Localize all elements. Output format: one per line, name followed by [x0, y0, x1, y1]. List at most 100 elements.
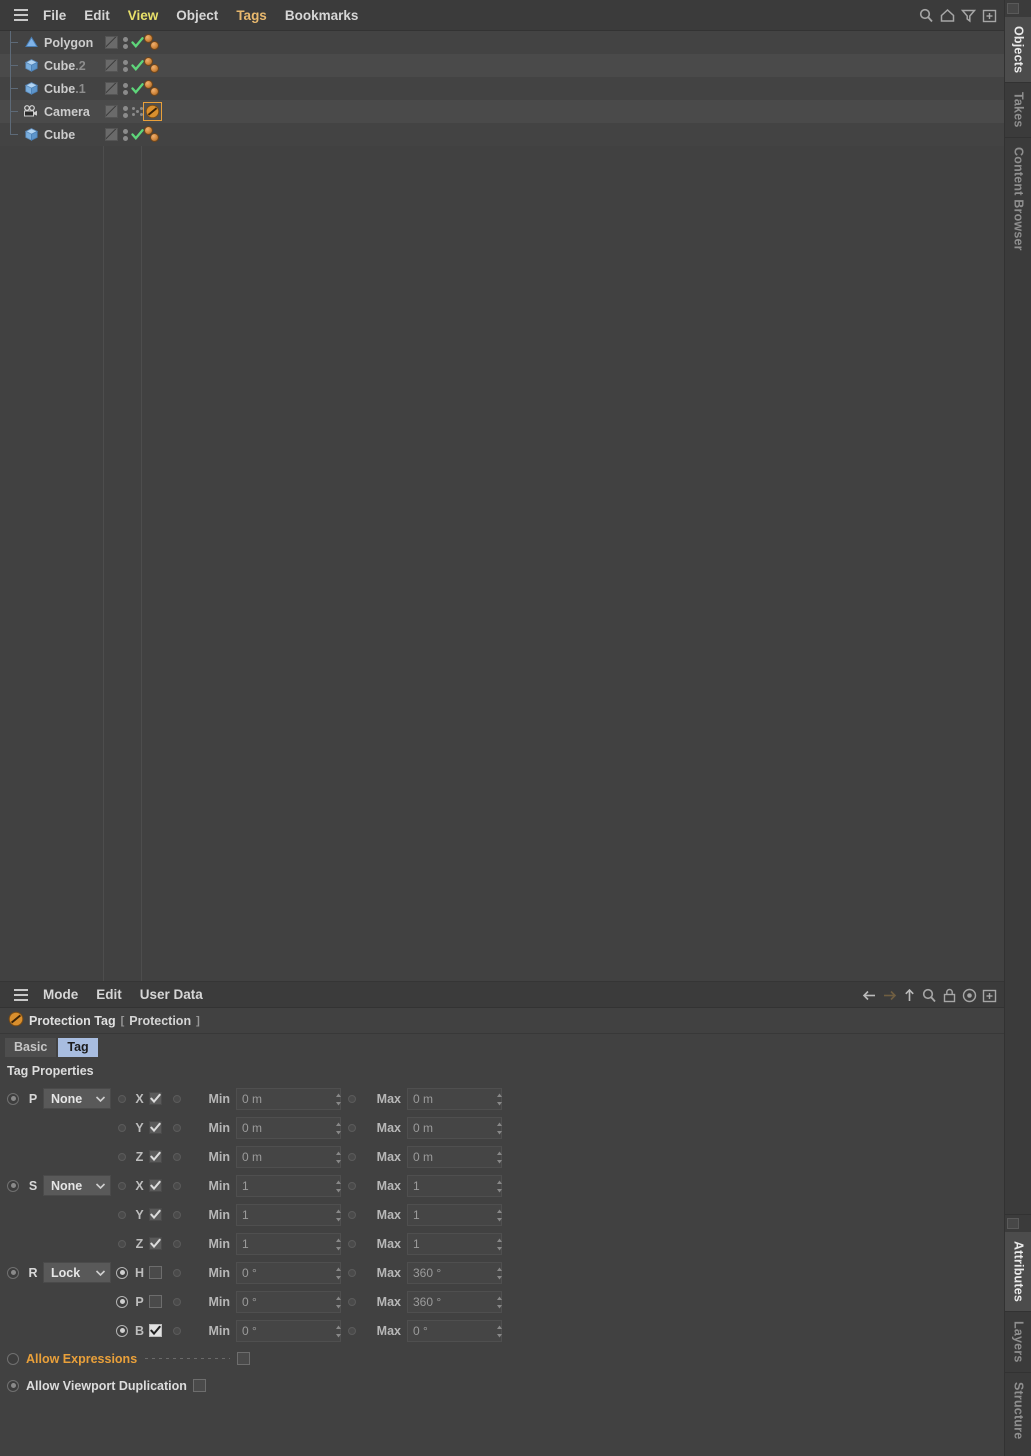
visibility-toggle-box[interactable] — [105, 59, 118, 72]
visibility-toggle-box[interactable] — [105, 128, 118, 141]
group-mode-dropdown-r[interactable]: Lock — [43, 1262, 111, 1283]
visibility-toggle-box[interactable] — [105, 82, 118, 95]
visibility-toggle-box[interactable] — [105, 36, 118, 49]
axis-dot-x[interactable] — [118, 1094, 126, 1103]
max-input-s-y[interactable]: 1 — [407, 1203, 502, 1226]
min-dot[interactable] — [173, 1123, 181, 1132]
axis-radio-b[interactable] — [116, 1324, 128, 1337]
object-name[interactable]: Cube.2 — [44, 59, 86, 73]
group-mode-dropdown-s[interactable]: None — [43, 1175, 111, 1196]
spinner-icon[interactable] — [330, 1295, 341, 1310]
axis-checkbox-x[interactable] — [149, 1092, 162, 1105]
min-input-p-z[interactable]: 0 m — [236, 1145, 341, 1168]
min-dot[interactable] — [173, 1152, 181, 1161]
material-tag-icon[interactable] — [143, 125, 165, 144]
spinner-icon[interactable] — [491, 1237, 502, 1252]
visibility-dots[interactable] — [123, 128, 128, 141]
attributes-panel-icon[interactable] — [981, 987, 998, 1004]
spinner-icon[interactable] — [330, 1324, 341, 1339]
min-input-s-z[interactable]: 1 — [236, 1232, 341, 1255]
min-input-s-y[interactable]: 1 — [236, 1203, 341, 1226]
spinner-icon[interactable] — [491, 1092, 502, 1107]
min-input-s-x[interactable]: 1 — [236, 1174, 341, 1197]
attributes-search-icon[interactable] — [921, 987, 938, 1004]
attributes-hamburger-menu-icon[interactable] — [8, 988, 34, 1001]
object-name[interactable]: Polygon — [44, 36, 93, 50]
object-name[interactable]: Camera — [44, 105, 90, 119]
max-dot[interactable] — [348, 1239, 356, 1248]
dock-tab-structure[interactable]: Structure — [1005, 1373, 1031, 1448]
object-row[interactable]: Camera — [0, 100, 1004, 123]
max-dot[interactable] — [348, 1268, 356, 1277]
group-radio-r[interactable] — [7, 1266, 19, 1279]
axis-checkbox-z[interactable] — [149, 1237, 162, 1250]
axis-dot-y[interactable] — [118, 1210, 126, 1219]
axis-radio-p[interactable] — [116, 1295, 128, 1308]
spinner-icon[interactable] — [491, 1208, 502, 1223]
max-dot[interactable] — [348, 1123, 356, 1132]
max-dot[interactable] — [348, 1094, 356, 1103]
min-input-r-p[interactable]: 0 ° — [236, 1290, 341, 1313]
spinner-icon[interactable] — [491, 1266, 502, 1281]
axis-radio-h[interactable] — [116, 1266, 128, 1279]
max-input-s-x[interactable]: 1 — [407, 1174, 502, 1197]
visibility-dots[interactable] — [123, 105, 128, 118]
dock-tab-objects[interactable]: Objects — [1005, 17, 1031, 83]
spinner-icon[interactable] — [491, 1150, 502, 1165]
min-dot[interactable] — [173, 1181, 181, 1190]
min-dot[interactable] — [173, 1094, 181, 1103]
menu-item-user-data[interactable]: User Data — [131, 984, 212, 1005]
axis-checkbox-b[interactable] — [149, 1324, 162, 1337]
object-name[interactable]: Cube — [44, 128, 75, 142]
axis-checkbox-y[interactable] — [149, 1208, 162, 1221]
min-dot[interactable] — [173, 1239, 181, 1248]
axis-dot-x[interactable] — [118, 1181, 126, 1190]
spinner-icon[interactable] — [491, 1324, 502, 1339]
menu-item-object[interactable]: Object — [167, 5, 227, 26]
max-input-r-b[interactable]: 0 ° — [407, 1319, 502, 1342]
boolean-checkbox-allow-viewport-duplication[interactable] — [192, 1379, 206, 1392]
menu-item-view[interactable]: View — [119, 5, 168, 26]
min-input-p-x[interactable]: 0 m — [236, 1087, 341, 1110]
max-input-p-y[interactable]: 0 m — [407, 1116, 502, 1139]
min-input-r-b[interactable]: 0 ° — [236, 1319, 341, 1342]
spinner-icon[interactable] — [330, 1150, 341, 1165]
dock-corner-handle[interactable] — [1007, 3, 1019, 14]
max-input-r-p[interactable]: 360 ° — [407, 1290, 502, 1313]
dock-tab-content-browser[interactable]: Content Browser — [1005, 138, 1031, 260]
axis-checkbox-p[interactable] — [149, 1295, 162, 1308]
min-dot[interactable] — [173, 1326, 181, 1335]
max-input-p-x[interactable]: 0 m — [407, 1087, 502, 1110]
spinner-icon[interactable] — [491, 1295, 502, 1310]
axis-checkbox-h[interactable] — [149, 1266, 162, 1279]
spinner-icon[interactable] — [330, 1179, 341, 1194]
axis-checkbox-x[interactable] — [149, 1179, 162, 1192]
home-icon[interactable] — [939, 7, 956, 24]
axis-dot-z[interactable] — [118, 1239, 126, 1248]
max-dot[interactable] — [348, 1326, 356, 1335]
dock-tab-takes[interactable]: Takes — [1005, 83, 1031, 137]
spinner-icon[interactable] — [330, 1208, 341, 1223]
object-row[interactable]: Cube.2 — [0, 54, 1004, 77]
axis-checkbox-y[interactable] — [149, 1121, 162, 1134]
object-manager[interactable]: Polygon Cube.2 Cube.1 Camera Cube — [0, 31, 1004, 981]
tab-basic[interactable]: Basic — [5, 1038, 57, 1057]
menu-item-edit-attributes[interactable]: Edit — [87, 984, 131, 1005]
hamburger-menu-icon[interactable] — [8, 9, 34, 21]
spinner-icon[interactable] — [330, 1237, 341, 1252]
menu-item-bookmarks[interactable]: Bookmarks — [276, 5, 368, 26]
lock-icon[interactable] — [941, 987, 958, 1004]
max-dot[interactable] — [348, 1297, 356, 1306]
protection-tag-icon[interactable] — [143, 102, 162, 121]
boolean-radio-allow-viewport-duplication[interactable] — [7, 1379, 19, 1392]
spinner-icon[interactable] — [491, 1179, 502, 1194]
tab-tag[interactable]: Tag — [58, 1038, 98, 1057]
spinner-icon[interactable] — [330, 1266, 341, 1281]
min-input-r-h[interactable]: 0 ° — [236, 1261, 341, 1284]
up-arrow-icon[interactable] — [901, 987, 918, 1004]
dock-tab-layers[interactable]: Layers — [1005, 1312, 1031, 1372]
search-icon[interactable] — [918, 7, 935, 24]
forward-arrow-icon[interactable] — [881, 987, 898, 1004]
group-radio-p[interactable] — [7, 1092, 19, 1105]
min-input-p-y[interactable]: 0 m — [236, 1116, 341, 1139]
